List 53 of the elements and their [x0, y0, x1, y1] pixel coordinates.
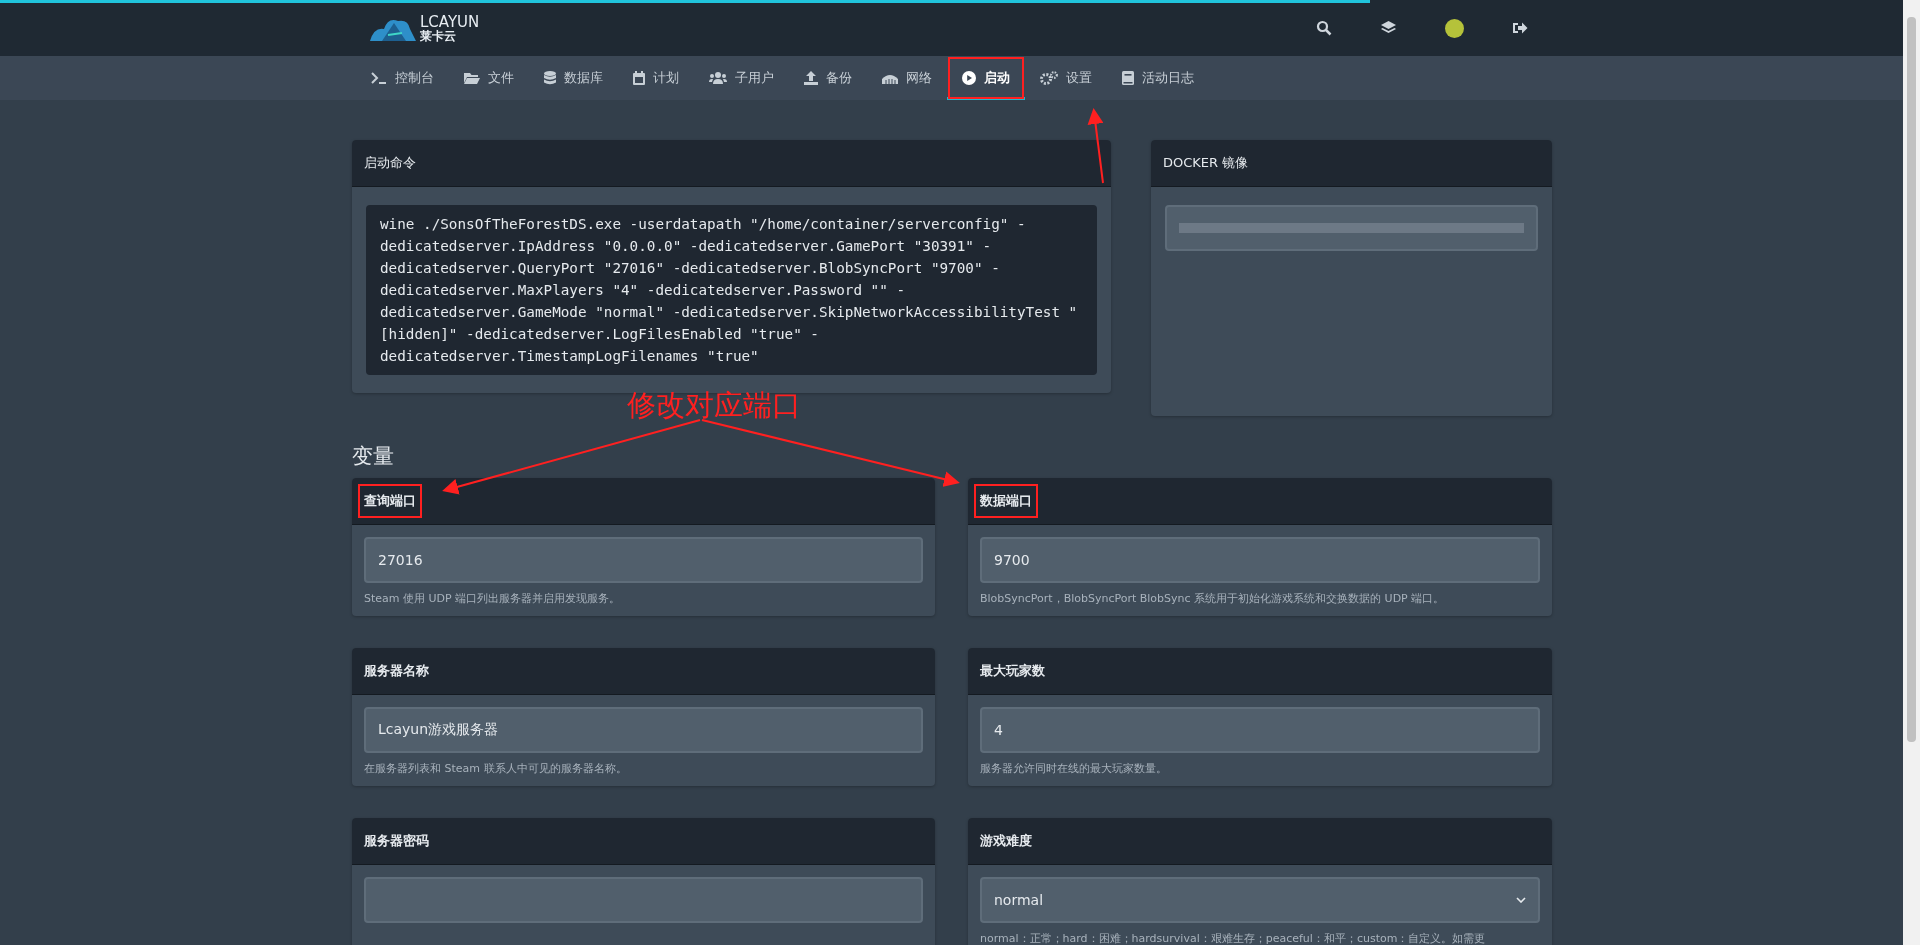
variable-input[interactable]: 4 — [980, 707, 1540, 753]
scrollbar[interactable] — [1903, 0, 1920, 945]
variable-label: 服务器名称 — [363, 662, 430, 680]
terminal-icon — [371, 72, 387, 84]
nav-tab[interactable]: 数据库 — [529, 56, 618, 100]
variable-input[interactable]: Lcayun游戏服务器 — [364, 707, 923, 753]
upload-icon — [804, 71, 818, 85]
network-icon — [882, 72, 898, 84]
nav-tab[interactable]: 备份 — [789, 56, 867, 100]
card-title: DOCKER 镜像 — [1163, 154, 1249, 172]
calendar-icon — [633, 71, 645, 85]
card-title: 启动命令 — [364, 154, 416, 172]
logo-subtitle: 莱卡云 — [420, 29, 457, 42]
variable-input[interactable]: 9700 — [980, 537, 1540, 583]
annotation-text: 修改对应端口 — [627, 387, 801, 424]
nav-tab[interactable]: 子用户 — [694, 56, 789, 100]
help-text: 在服务器列表和 Steam 联系人中可见的服务器名称。 — [364, 761, 628, 776]
variable-input[interactable]: 27016 — [364, 537, 923, 583]
variable-label: 服务器密码 — [363, 832, 430, 850]
variable-label: 数据端口 — [976, 486, 1036, 516]
startup-command: wine ./SonsOfTheForestDS.exe -userdatapath "/home/container/serverconfig" -dedicatedserver.IpAddress "0.0.0.0" -dedicatedserver.GamePort "30391" -dedicatedserver.QueryPort "27016" -dedicatedserver.BlobSyncPort "9700" -dedicatedserver.MaxPlayers "4" -dedicatedserver.Password "" -dedicatedserver.GameMode "normal" -dedicatedserver.SkipNetworkAccessibilityTest "[hidden]" -dedicatedserver.LogFilesEnabled "true" -dedicatedserver.TimestampLogFilenames "true" — [366, 205, 1097, 375]
help-text: 服务器允许同时在线的最大玩家数量。 — [980, 761, 1168, 776]
database-icon — [544, 71, 556, 85]
nav-tab[interactable]: 启动 — [947, 56, 1025, 100]
variable-label: 最大玩家数 — [979, 662, 1046, 680]
gears-icon — [1040, 71, 1058, 85]
logo-text: LCAYUN — [420, 14, 480, 30]
help-text: normal：正常；hard：困难；hardsurvival：艰难生存；peaceful：和平；custom：自定义。如需更 — [980, 931, 1487, 945]
variable-select[interactable]: normal — [980, 877, 1540, 923]
search-icon[interactable] — [1316, 20, 1332, 36]
variable-input[interactable] — [364, 877, 923, 923]
variable-label: 游戏难度 — [979, 832, 1033, 850]
scrollbar-thumb[interactable] — [1907, 17, 1916, 742]
nav-tab[interactable]: 网络 — [867, 56, 947, 100]
nav-tab[interactable]: 活动日志 — [1107, 56, 1209, 100]
logout-icon[interactable] — [1512, 21, 1528, 35]
select-value: normal — [994, 892, 1044, 908]
chevron-down-icon — [1516, 897, 1526, 903]
nav-tab[interactable]: 设置 — [1025, 56, 1107, 100]
nav-tab[interactable]: 控制台 — [356, 56, 449, 100]
book-icon — [1122, 71, 1134, 85]
nav-tab[interactable]: 文件 — [449, 56, 529, 100]
help-text: Steam 使用 UDP 端口列出服务器并启用发现服务。 — [364, 591, 622, 606]
docker-image-field[interactable] — [1165, 205, 1538, 251]
users-icon — [709, 72, 727, 84]
user-avatar[interactable] — [1445, 18, 1464, 38]
nav-tab[interactable]: 计划 — [618, 56, 694, 100]
folder-icon — [464, 72, 480, 84]
variable-label: 查询端口 — [360, 486, 420, 516]
help-text: BlobSyncPort，BlobSyncPort BlobSync 系统用于初始化游戏系统和交换数据的 UDP 端口。 — [980, 591, 1446, 606]
layers-icon[interactable] — [1380, 20, 1397, 36]
section-heading: 变量 — [352, 443, 395, 470]
play-icon — [962, 71, 976, 85]
